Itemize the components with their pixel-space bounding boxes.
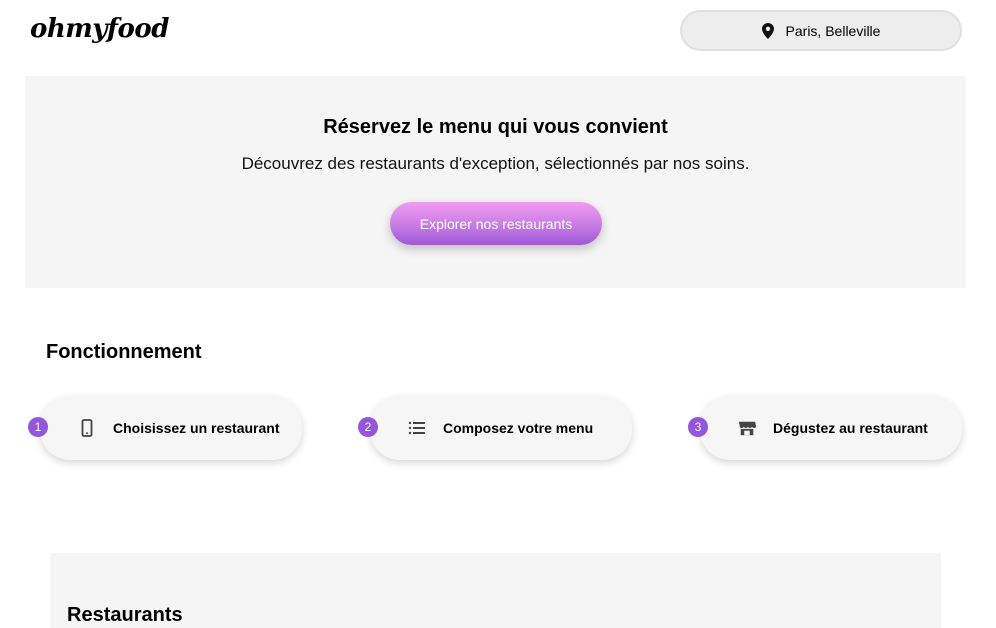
hero-section: Réservez le menu qui vous convient Décou…	[25, 76, 966, 288]
store-icon	[738, 419, 756, 437]
map-pin-icon	[761, 22, 774, 39]
mobile-phone-icon	[78, 419, 96, 437]
step-number-badge: 2	[358, 417, 378, 437]
hero-title: Réservez le menu qui vous convient	[323, 116, 668, 138]
step-label: Composez votre menu	[443, 420, 594, 436]
step-card-choose: 1 Choisissez un restaurant	[28, 396, 302, 460]
logo[interactable]: ohmyfood	[30, 14, 169, 44]
step-label: Choisissez un restaurant	[113, 420, 280, 436]
location-label: Paris, Belleville	[785, 22, 881, 39]
restaurants-title: Restaurants	[67, 604, 183, 626]
step-card-compose: 2 Composez votre menu	[358, 396, 632, 460]
list-icon	[408, 419, 426, 437]
step-label: Dégustez au restaurant	[773, 420, 928, 436]
step-card-enjoy: 3 Dégustez au restaurant	[688, 396, 962, 460]
how-it-works-title: Fonctionnement	[46, 341, 202, 363]
step-number-badge: 3	[688, 417, 708, 437]
step-number-badge: 1	[28, 417, 48, 437]
hero-subtitle: Découvrez des restaurants d'exception, s…	[241, 154, 750, 173]
explore-restaurants-button[interactable]: Explorer nos restaurants	[390, 202, 602, 245]
restaurants-section: Restaurants	[50, 553, 941, 628]
location-selector[interactable]: Paris, Belleville	[680, 10, 962, 51]
